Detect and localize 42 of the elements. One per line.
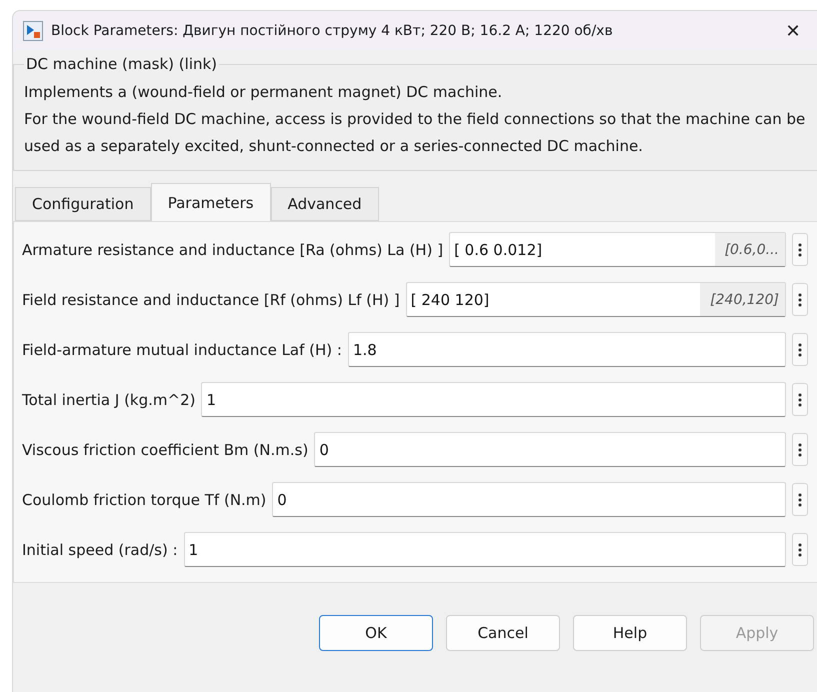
parameter-label: Armature resistance and inductance [Ra (ohms) La (H) ] [22, 240, 444, 258]
more-button[interactable] [792, 233, 808, 266]
parameter-label: Field resistance and inductance [Rf (ohms) Lf (H) ] [22, 290, 400, 308]
more-button[interactable] [792, 283, 808, 316]
parameter-label: Viscous friction coefficient Bm (N.m.s) [22, 440, 308, 458]
parameter-field[interactable]: [ 240 120] [240,120] [406, 282, 786, 317]
more-button[interactable] [792, 533, 808, 566]
parameter-label: Total inertia J (kg.m^2) [22, 390, 196, 408]
more-icon [798, 292, 802, 306]
description-text: For the wound-field DC machine, access is provided to the field connections so that the machine can be used as a separately excited, shunt-connected or a series-connected DC machine. [24, 109, 806, 157]
dialog-button[interactable]: OK [319, 615, 433, 651]
parameter-field[interactable]: 1.8 [348, 332, 786, 367]
parameter-label: Field-armature mutual inductance Laf (H) : [22, 340, 342, 358]
tab[interactable]: Configuration [15, 187, 151, 221]
tab[interactable]: Advanced [270, 187, 379, 221]
parameter-field[interactable]: 0 [314, 432, 786, 467]
tab[interactable]: Parameters [150, 183, 271, 221]
more-button[interactable] [792, 483, 808, 516]
more-button[interactable] [792, 383, 808, 416]
close-button[interactable]: ✕ [778, 19, 808, 43]
app-icon [23, 21, 43, 41]
group-title: DC machine (mask) (link) [25, 55, 218, 73]
more-icon [798, 442, 802, 456]
more-icon [798, 242, 802, 256]
more-icon [798, 492, 802, 506]
more-icon [798, 542, 802, 556]
parameter-label: Initial speed (rad/s) : [22, 540, 178, 558]
more-button[interactable] [792, 433, 808, 466]
parameter-field[interactable]: [ 0.6 0.012] [0.6,0... [449, 232, 786, 267]
evaluated-value: [0.6,0... [714, 233, 785, 266]
description-text: Implements a (wound-field or permanent magnet) DC machine. [24, 82, 504, 103]
more-button[interactable] [792, 333, 808, 366]
parameter-field[interactable]: 1 [184, 532, 786, 567]
parameter-label: Coulomb friction torque Tf (N.m) [22, 490, 266, 508]
parameter-field[interactable]: 1 [201, 382, 786, 417]
window-title: Block Parameters: Двигун постійного струму 4 кВт; 220 В; 16.2 А; 1220 об/хв [51, 23, 614, 39]
evaluated-value: [240,120] [700, 283, 785, 316]
dialog-button[interactable]: Help [573, 615, 687, 651]
more-icon [798, 392, 802, 406]
parameter-field[interactable]: 0 [272, 482, 786, 517]
more-icon [798, 342, 802, 356]
dialog-button[interactable]: Cancel [446, 615, 560, 651]
